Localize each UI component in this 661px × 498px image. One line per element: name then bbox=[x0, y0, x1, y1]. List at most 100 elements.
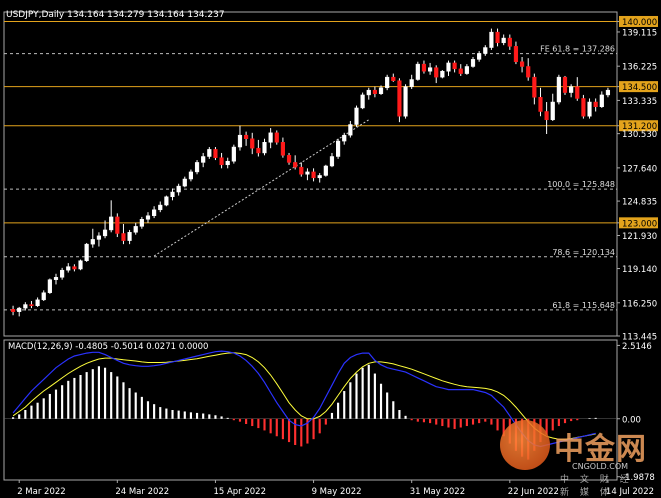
time-label-4: 31 May 2022 bbox=[410, 487, 465, 497]
candle-body-32 bbox=[207, 149, 212, 157]
candle-body-26 bbox=[170, 191, 175, 198]
candle-body-79 bbox=[495, 31, 500, 44]
candle-body-25 bbox=[164, 196, 169, 206]
candle-body-70 bbox=[440, 70, 445, 78]
price-label-2: 136.225 bbox=[622, 63, 657, 73]
time-label-5: 22 Jun 2022 bbox=[508, 487, 559, 497]
price-label-11: 119.140 bbox=[622, 265, 657, 275]
time-label-6: 14 Jul 2022 bbox=[606, 487, 654, 497]
candle-body-31 bbox=[201, 156, 206, 163]
macd-axis-label-1: 0.00 bbox=[622, 415, 641, 425]
candle-body-58 bbox=[366, 89, 371, 96]
candle-body-27 bbox=[176, 185, 181, 193]
candle-body-12 bbox=[84, 243, 89, 261]
price-label-12: 116.250 bbox=[622, 299, 657, 309]
candle-body-34 bbox=[219, 157, 224, 166]
candle-body-96 bbox=[599, 94, 604, 108]
candle-body-51 bbox=[323, 165, 328, 176]
candle-body-15 bbox=[102, 229, 108, 237]
candle-body-28 bbox=[182, 178, 187, 187]
candle-body-69 bbox=[434, 67, 439, 78]
candle-body-89 bbox=[556, 76, 561, 103]
candle-body-59 bbox=[372, 89, 377, 94]
candle-body-75 bbox=[470, 59, 476, 67]
candle-body-57 bbox=[360, 94, 365, 109]
candle-body-97 bbox=[605, 89, 611, 96]
candle-body-83 bbox=[519, 61, 525, 67]
candle-body-0 bbox=[10, 309, 16, 312]
price-label-8: 124.835 bbox=[622, 198, 657, 208]
price-label-10: 121.930 bbox=[622, 232, 657, 242]
price-label-6: 130.530 bbox=[622, 130, 657, 140]
fib-label-7: 61.8 = 115.648 bbox=[552, 301, 615, 310]
candle-body-62 bbox=[391, 76, 396, 81]
candle-body-63 bbox=[397, 80, 402, 117]
fib-label-4: FE 61.8 = 137.286 bbox=[540, 45, 615, 54]
candle-body-5 bbox=[41, 292, 46, 301]
macd-axis-label-0: 2.5146 bbox=[622, 342, 652, 352]
candle-body-20 bbox=[133, 226, 138, 233]
candle-body-78 bbox=[489, 31, 494, 48]
price-label-3: 134.500 bbox=[622, 83, 657, 93]
candle-body-44 bbox=[280, 142, 285, 156]
candle-body-73 bbox=[458, 68, 463, 74]
candle-body-55 bbox=[348, 124, 353, 136]
candle-body-54 bbox=[342, 134, 347, 142]
price-label-1: 139.115 bbox=[622, 28, 657, 38]
candle-body-41 bbox=[262, 142, 267, 154]
price-label-0: 140.000 bbox=[622, 18, 657, 28]
price-label-9: 123.000 bbox=[622, 219, 657, 229]
candle-body-85 bbox=[532, 76, 537, 98]
candle-body-36 bbox=[231, 146, 236, 162]
candle-body-82 bbox=[513, 46, 519, 62]
candle-body-60 bbox=[378, 87, 384, 94]
candle-body-47 bbox=[299, 166, 304, 175]
candle-body-4 bbox=[35, 299, 40, 306]
candle-body-48 bbox=[305, 171, 310, 175]
candle-body-21 bbox=[139, 219, 144, 227]
candle-body-43 bbox=[274, 132, 279, 143]
candle-body-45 bbox=[286, 155, 292, 163]
candle-body-84 bbox=[526, 66, 531, 78]
candle-body-38 bbox=[244, 134, 249, 139]
candle-body-23 bbox=[152, 209, 157, 216]
price-label-4: 133.335 bbox=[622, 97, 657, 107]
candle-body-14 bbox=[96, 235, 102, 240]
candle-body-8 bbox=[60, 269, 65, 278]
candle-body-3 bbox=[29, 304, 34, 306]
macd-title: MACD(12,26,9) -0.4805 -0.5014 0.0271 0.0… bbox=[8, 342, 208, 352]
candle-body-10 bbox=[72, 266, 77, 270]
candle-body-16 bbox=[109, 216, 114, 231]
fib-label-6: 78.6 = 120.134 bbox=[552, 248, 615, 257]
candle-body-74 bbox=[464, 66, 469, 74]
candle-body-87 bbox=[544, 111, 549, 121]
candle-body-94 bbox=[587, 101, 592, 117]
candle-body-65 bbox=[409, 79, 414, 87]
candle-body-40 bbox=[256, 147, 261, 154]
candle-body-35 bbox=[225, 160, 230, 166]
candle-body-72 bbox=[452, 62, 457, 70]
candle-body-77 bbox=[483, 47, 488, 54]
candle-body-88 bbox=[550, 101, 555, 121]
candle-body-91 bbox=[569, 86, 574, 93]
candle-body-29 bbox=[188, 171, 194, 180]
usdjpy-daily-chart: FE 61.8 = 137.286 100.0 = 125.848 78.6 = 1… bbox=[0, 0, 661, 498]
fib-label-5: 100.0 = 125.848 bbox=[547, 180, 615, 189]
candle-body-56 bbox=[354, 107, 359, 125]
candle-body-33 bbox=[213, 149, 218, 158]
candle-body-9 bbox=[66, 266, 71, 271]
candle-body-53 bbox=[336, 140, 341, 157]
candle-body-22 bbox=[145, 215, 151, 220]
candle-body-17 bbox=[115, 216, 120, 234]
candle-body-2 bbox=[23, 304, 28, 309]
candle-body-81 bbox=[507, 37, 512, 47]
candle-body-13 bbox=[90, 239, 95, 245]
candle-body-18 bbox=[121, 233, 126, 241]
macd-axis-label-2: -1.9878 bbox=[622, 473, 655, 483]
candle-body-71 bbox=[446, 62, 451, 72]
time-label-0: 2 Mar 2022 bbox=[17, 487, 65, 497]
candle-body-39 bbox=[250, 138, 255, 149]
candle-body-19 bbox=[127, 232, 132, 241]
candle-body-64 bbox=[403, 86, 408, 117]
candle-body-68 bbox=[427, 67, 433, 72]
